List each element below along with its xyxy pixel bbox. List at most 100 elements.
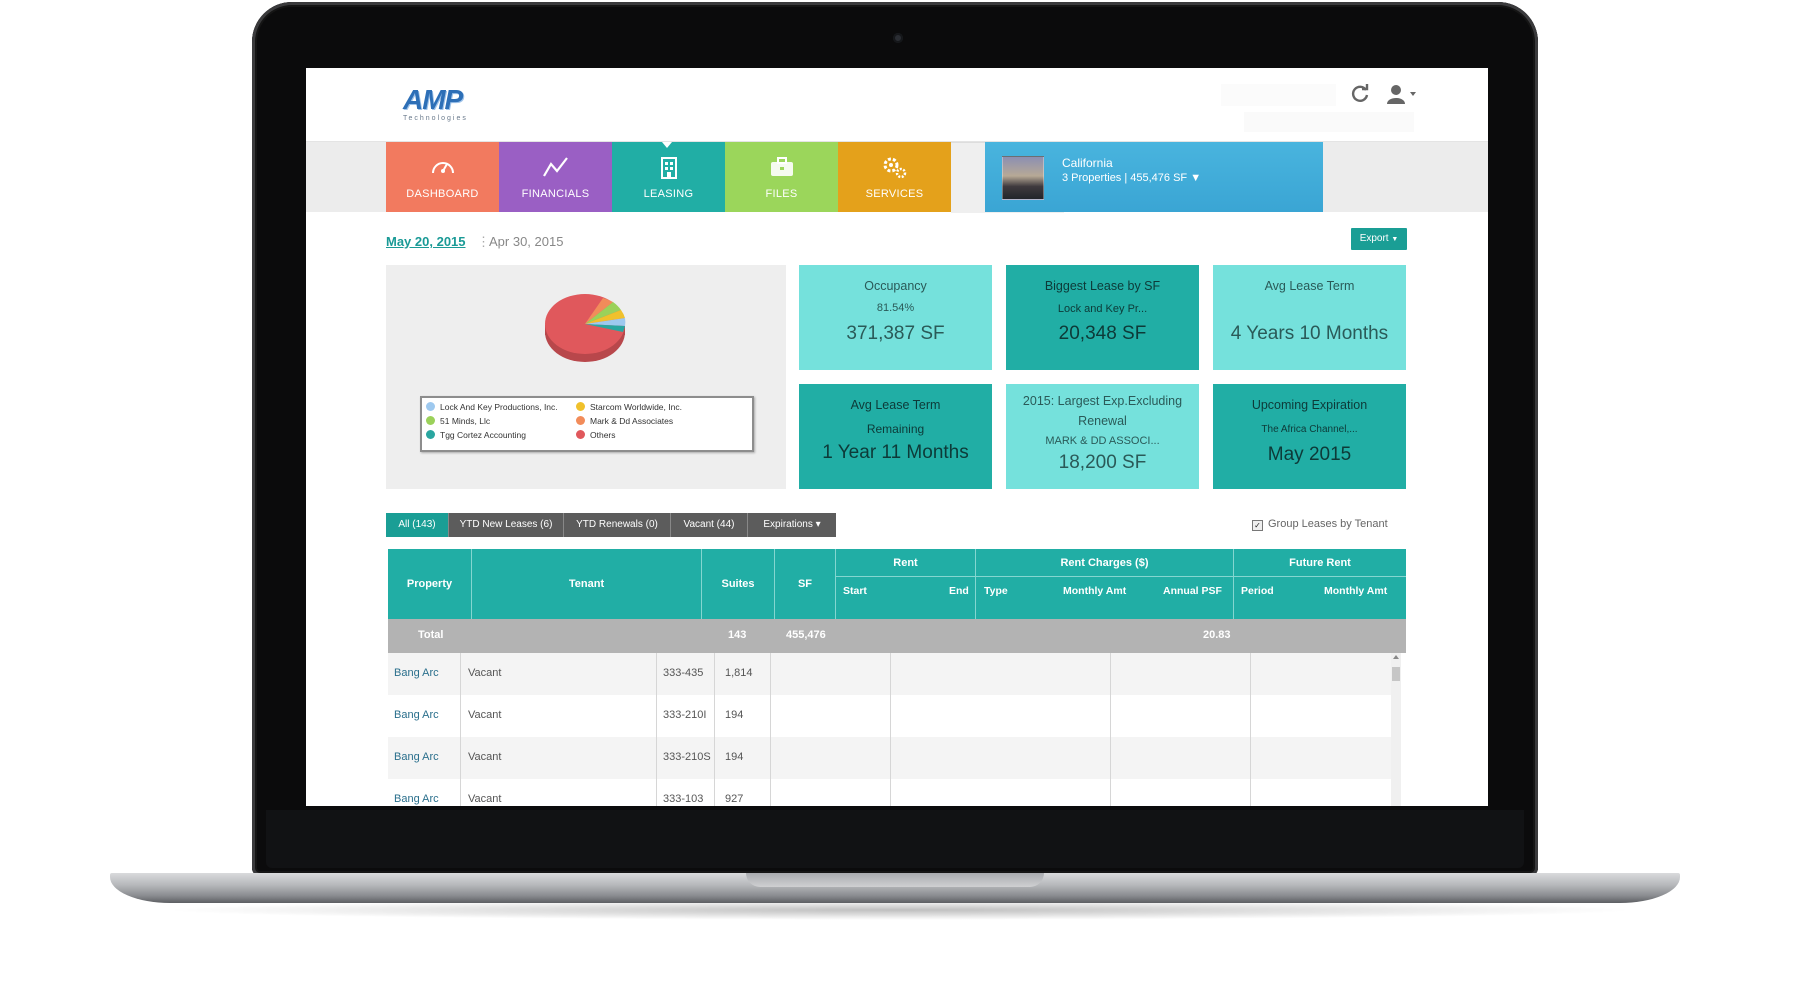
group-leases-checkbox[interactable]: ✓ Group Leases by Tenant	[1252, 518, 1388, 531]
header-blank-field	[1221, 84, 1336, 106]
location-name: California	[1062, 156, 1113, 170]
kpi-title: Avg Lease Term	[850, 398, 941, 412]
cell-suite: 333-210I	[663, 709, 707, 721]
kpi-avg-lease-term[interactable]: Avg Lease Term 4 Years 10 Months	[1213, 265, 1406, 370]
col-header-monthly-amt[interactable]: Monthly Amt	[1063, 585, 1127, 597]
col-header-sf[interactable]: SF	[775, 549, 836, 619]
camera	[893, 33, 903, 43]
cell-tenant: Vacant	[468, 709, 502, 721]
legend-item[interactable]: Tgg Cortez Accounting	[426, 430, 526, 440]
total-label: Total	[418, 629, 444, 641]
scroll-up-arrow-icon[interactable]	[1393, 655, 1399, 659]
tab-all[interactable]: All (143)	[386, 513, 449, 537]
gauge-icon	[431, 162, 454, 174]
table-row[interactable]: Bang Arc Vacant 333-435 1,814	[388, 653, 1398, 696]
kpi-title-line2: Renewal	[1078, 414, 1127, 428]
col-header-period[interactable]: Period	[1241, 585, 1274, 597]
cell-tenant: Vacant	[468, 667, 502, 679]
main-nav: DASHBOARD FINANCIALS LEASING FILES SERVI…	[306, 142, 1488, 213]
cell-property[interactable]: Bang Arc	[394, 751, 439, 763]
date-compare[interactable]: Apr 30, 2015	[489, 234, 563, 249]
active-pointer	[662, 142, 672, 148]
legend-item[interactable]: Others	[576, 430, 616, 440]
total-row: Total 143 455,476 20.83	[388, 619, 1406, 653]
building-icon	[660, 157, 677, 179]
tab-expirations[interactable]: Expirations ▾	[748, 513, 836, 537]
col-header-future-monthly-amt[interactable]: Monthly Amt	[1324, 585, 1388, 597]
col-header-rent-charges[interactable]: Rent Charges ($)	[976, 549, 1234, 577]
col-header-rent[interactable]: Rent	[836, 549, 976, 577]
nav-dashboard[interactable]: DASHBOARD	[386, 142, 499, 212]
kpi-value: 4 Years 10 Months	[1230, 323, 1389, 344]
legend-item[interactable]: Lock And Key Productions, Inc.	[426, 402, 558, 412]
kpi-value: 20,348 SF	[1058, 323, 1147, 344]
col-header-tenant[interactable]: Tenant	[472, 549, 702, 619]
nav-label: SERVICES	[865, 188, 924, 200]
top-bar: AMP Technologies	[306, 68, 1488, 142]
kpi-largest-expiration[interactable]: 2015: Largest Exp.Excluding Renewal MARK…	[1006, 384, 1199, 489]
caret-down-icon: ▼	[1190, 172, 1202, 184]
cell-suite: 333-103	[663, 793, 704, 805]
kpi-biggest-lease[interactable]: Biggest Lease by SF Lock and Key Pr... 2…	[1006, 265, 1199, 370]
col-header-end[interactable]: End	[949, 585, 969, 597]
kpi-occupancy[interactable]: Occupancy 81.54% 371,387 SF	[799, 265, 992, 370]
col-header-future-rent[interactable]: Future Rent	[1234, 549, 1406, 577]
gears-icon	[883, 157, 906, 179]
legend-item[interactable]: Mark & Dd Associates	[576, 416, 673, 426]
col-header-property[interactable]: Property	[388, 549, 472, 619]
col-header-start[interactable]: Start	[843, 585, 867, 597]
pie-chart[interactable]	[541, 290, 631, 370]
future-rent-subheader	[1234, 577, 1406, 619]
legend-item[interactable]: Starcom Worldwide, Inc.	[576, 402, 682, 412]
table-row[interactable]: Bang Arc Vacant 333-210I 194	[388, 695, 1398, 738]
total-annual-psf: 20.83	[1203, 629, 1231, 641]
nav-services[interactable]: SERVICES	[838, 142, 951, 212]
kpi-subtitle: The Africa Channel,...	[1261, 424, 1358, 435]
nav-files[interactable]: FILES	[725, 142, 838, 212]
rent-charges-subheader	[976, 577, 1234, 619]
cell-property[interactable]: Bang Arc	[394, 793, 439, 805]
tab-vacant[interactable]: Vacant (44)	[671, 513, 748, 537]
nav-leasing[interactable]: LEASING	[612, 142, 725, 212]
amp-logo[interactable]: AMP Technologies	[403, 84, 487, 123]
kpi-value: May 2015	[1267, 444, 1352, 465]
tab-ytd-new-leases[interactable]: YTD New Leases (6)	[449, 513, 564, 537]
cell-suite: 333-435	[663, 667, 704, 679]
kpi-value: 371,387 SF	[846, 323, 945, 344]
caret-down-icon: ▼	[1391, 236, 1399, 243]
col-header-type[interactable]: Type	[984, 585, 1008, 597]
header-blank-field-2	[1244, 112, 1414, 132]
app-screen: AMP Technologies DASHBOARD FINANCIALS LE…	[306, 68, 1488, 806]
checkbox[interactable]: ✓	[1252, 520, 1263, 531]
total-suites: 143	[728, 629, 747, 641]
cell-property[interactable]: Bang Arc	[394, 667, 439, 679]
date-selected[interactable]: May 20, 2015	[386, 234, 466, 249]
cell-property[interactable]: Bang Arc	[394, 709, 439, 721]
kpi-upcoming-expiration[interactable]: Upcoming Expiration The Africa Channel,.…	[1213, 384, 1406, 489]
table-row[interactable]: Bang Arc Vacant 333-210S 194	[388, 737, 1398, 780]
kpi-title: 2015: Largest Exp.Excluding	[1022, 394, 1183, 408]
user-menu-icon[interactable]	[1384, 82, 1420, 106]
kpi-title: Upcoming Expiration	[1251, 398, 1368, 412]
nav-financials[interactable]: FINANCIALS	[499, 142, 612, 212]
export-button[interactable]: Export ▼	[1351, 228, 1407, 250]
col-header-annual-psf[interactable]: Annual PSF	[1163, 585, 1222, 597]
col-header-suites[interactable]: Suites	[702, 549, 775, 619]
kpi-subtitle: 81.54%	[876, 302, 915, 314]
cell-tenant: Vacant	[468, 793, 502, 805]
location-summary: 3 Properties | 455,476 SF ▼	[1062, 172, 1202, 184]
table-row[interactable]: Bang Arc Vacant 333-103 927	[388, 779, 1398, 806]
kpi-avg-remaining[interactable]: Avg Lease Term Remaining 1 Year 11 Month…	[799, 384, 992, 489]
scroll-thumb[interactable]	[1392, 667, 1400, 681]
rent-subheader	[836, 577, 976, 619]
refresh-icon[interactable]	[1348, 82, 1372, 106]
location-selector[interactable]: California 3 Properties | 455,476 SF ▼	[985, 142, 1323, 212]
laptop-bezel	[266, 810, 1524, 868]
kpi-title: Occupancy	[864, 279, 927, 293]
table-scrollbar[interactable]	[1391, 653, 1401, 806]
cell-sf: 927	[725, 793, 744, 805]
tab-ytd-renewals[interactable]: YTD Renewals (0)	[564, 513, 671, 537]
legend-item[interactable]: 51 Minds, Llc	[426, 416, 490, 426]
nav-label: FILES	[765, 188, 798, 200]
logo-text: AMP	[403, 84, 463, 115]
